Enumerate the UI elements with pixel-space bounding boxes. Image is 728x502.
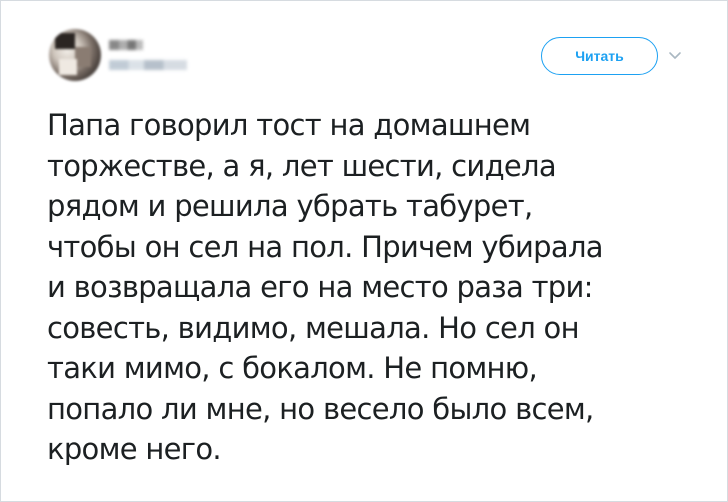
author-handle-blurred[interactable] (109, 60, 187, 70)
follow-button[interactable]: Читать (541, 37, 658, 75)
tweet-card: Читать Папа говорил тост на домашнем тор… (0, 0, 728, 502)
avatar[interactable] (49, 29, 101, 81)
tweet-text-line: кроме него. (47, 432, 222, 466)
tweet-text-line: попало ли мне, но весело было всем, (47, 391, 594, 426)
tweet-text-line: чтобы он сел на пол. Причем убирала (47, 229, 604, 264)
tweet-text-line: таки мимо, с бокалом. Не помню, (47, 351, 538, 385)
tweet-text-line: Папа говорил тост на домашнем (47, 108, 531, 142)
chevron-down-icon[interactable] (668, 51, 682, 61)
author-name-blurred[interactable] (109, 40, 143, 50)
tweet-text-line: торжестве, а я, лет шести, сидела (47, 148, 557, 183)
tweet-text-line: совесть, видимо, мешала. Но сел он (47, 310, 580, 345)
tweet-text-line: рядом и решила убрать табурет, (47, 189, 533, 223)
tweet-text: Папа говорил тост на домашнем торжестве,… (47, 105, 707, 470)
tweet-text-line: и возвращала его на место раза три: (47, 270, 593, 304)
